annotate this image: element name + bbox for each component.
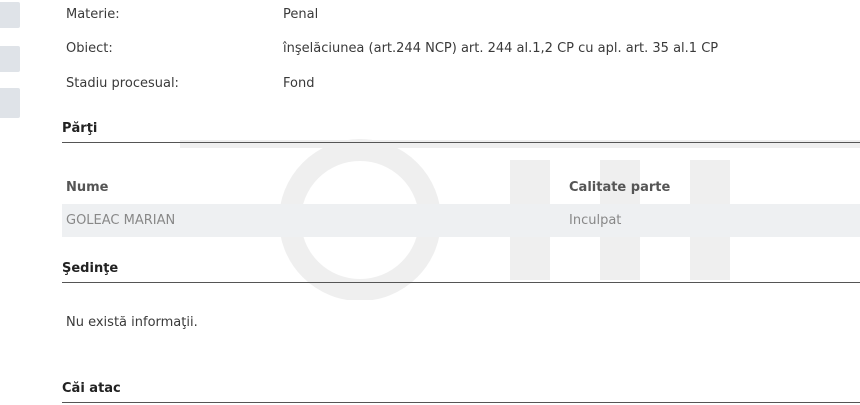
info-label: Stadiu procesual: [66,76,179,91]
empty-state-text: Nu există informaţii. [66,315,198,330]
section-title-parti: Părţi [62,121,860,143]
column-header-nume: Nume [66,180,109,195]
info-value: înşelăciunea (art.244 NCP) art. 244 al.1… [283,41,719,56]
sidebar-tab[interactable] [0,2,20,28]
table-row: GOLEAC MARIAN Inculpat [62,204,860,237]
info-label: Obiect: [66,41,113,56]
info-value: Penal [283,7,319,22]
column-header-calitate: Calitate parte [569,180,671,195]
left-sidebar-tabs [0,0,22,120]
section-title-cai-atac: Căi atac [62,381,860,403]
sidebar-tab[interactable] [0,46,20,72]
info-value: Fond [283,76,315,91]
table-header: Nume Calitate parte [62,176,860,200]
parties-table: Nume Calitate parte GOLEAC MARIAN Inculp… [62,176,860,237]
sidebar-tab[interactable] [0,88,20,118]
info-label: Materie: [66,7,120,22]
party-name: GOLEAC MARIAN [66,213,176,228]
party-role: Inculpat [569,213,622,228]
section-title-sedinte: Şedinţe [62,261,860,283]
